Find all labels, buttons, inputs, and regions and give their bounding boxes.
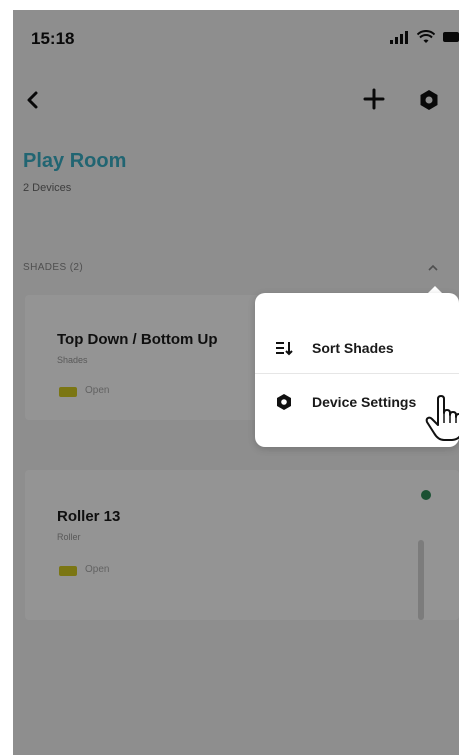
settings-icon [277, 394, 291, 410]
menu-item-label: Sort Shades [312, 340, 394, 356]
hand-pointer-icon [425, 395, 459, 441]
sort-icon [276, 342, 293, 356]
menu-item-sort-shades[interactable]: Sort Shades [255, 323, 459, 373]
menu-divider [255, 373, 459, 374]
menu-item-label: Device Settings [312, 394, 417, 410]
phone-screen: 15:18 Play Room 2 Devices SHADES (2) Top… [13, 10, 459, 755]
